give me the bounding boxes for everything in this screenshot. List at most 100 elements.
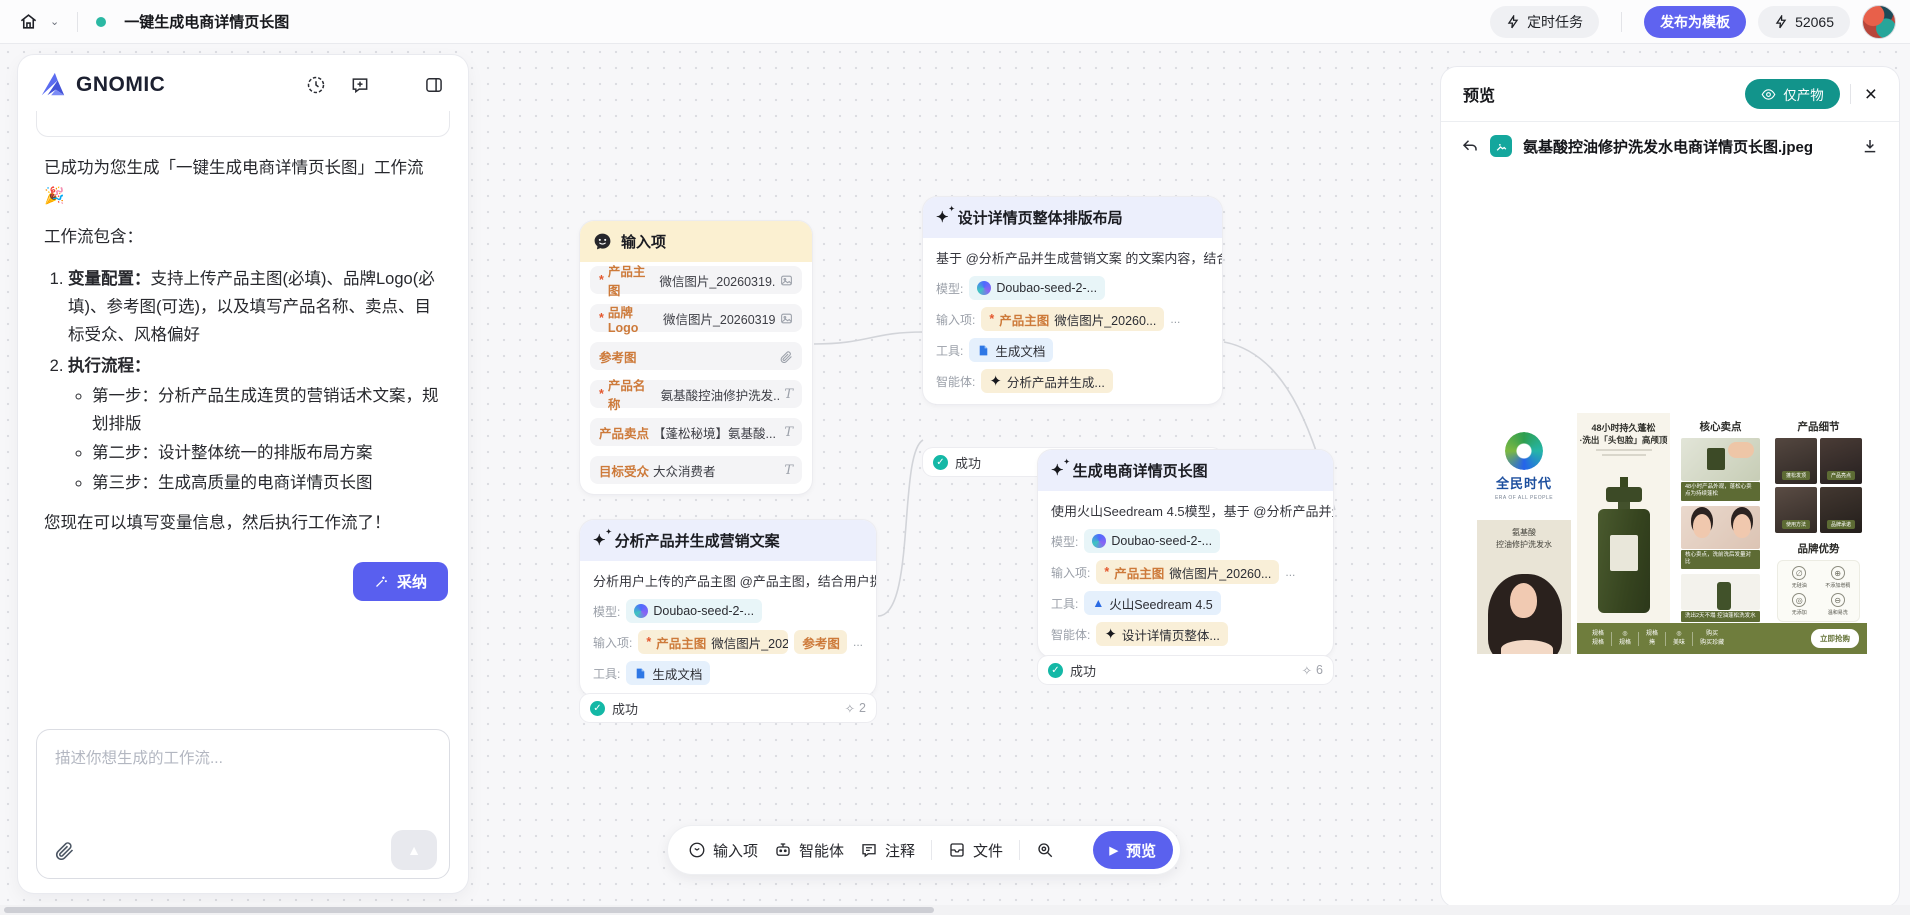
input-pill[interactable]: *产品主图微信图片_20260... bbox=[981, 307, 1164, 331]
node-analyze-header[interactable]: ✦✦ 分析产品并生成营销文案 bbox=[580, 520, 876, 561]
history-clock-icon bbox=[306, 75, 326, 95]
node-generate-header[interactable]: ✦✦ 生成电商详情页长图 bbox=[1038, 450, 1333, 491]
toolbar-search-button[interactable] bbox=[1036, 841, 1054, 859]
input-pill[interactable]: *产品主图微信图片_20260... bbox=[638, 630, 788, 654]
node-analyze-product[interactable]: ✦✦ 分析产品并生成营销文案 分析用户上传的产品主图 @产品主图，结合用户提供.… bbox=[580, 520, 876, 696]
input-pill-2[interactable]: 参考图 bbox=[794, 630, 847, 654]
history-button[interactable] bbox=[302, 71, 330, 99]
image-file-icon bbox=[1490, 135, 1512, 157]
input-row-product-name[interactable]: * 产品名称 氨基酸控油修护洗发... T bbox=[590, 380, 802, 408]
artifacts-only-toggle[interactable]: 仅产物 bbox=[1745, 79, 1840, 109]
text-icon: T bbox=[784, 463, 793, 478]
send-icon: ▲ bbox=[407, 842, 421, 858]
gnomic-logo-icon bbox=[38, 71, 68, 99]
home-button[interactable] bbox=[14, 8, 42, 36]
artifact-file-row: 氨基酸控油修护洗发水电商详情页长图.jpeg bbox=[1441, 122, 1899, 170]
lightning-icon bbox=[1774, 15, 1788, 29]
sellpoint-card: 洗出2天不塌 控油蓬松洗发水 bbox=[1681, 574, 1760, 622]
input-row-target-audience[interactable]: 目标受众 大众消费者 T bbox=[590, 456, 802, 484]
agent-pill[interactable]: ✦分析产品并生成... bbox=[981, 369, 1113, 393]
node-description: 使用火山Seedream 4.5模型，基于 @分析产品并生成... bbox=[1038, 491, 1333, 522]
tool-pill[interactable]: ▲火山Seedream 4.5 bbox=[1084, 591, 1220, 615]
input-row-product-image[interactable]: * 产品主图 微信图片_20260319... bbox=[590, 266, 802, 294]
success-check-icon: ✓ bbox=[590, 701, 605, 716]
input-row-reference-image[interactable]: 参考图 bbox=[590, 342, 802, 370]
back-arrow-icon bbox=[1461, 137, 1479, 155]
artifact-hero-column: 48小时持久蓬松 ·洗出「头包脸」高颅顶 bbox=[1577, 413, 1670, 623]
home-icon bbox=[19, 12, 38, 31]
scrollbar-thumb[interactable] bbox=[4, 907, 934, 913]
publish-template-button[interactable]: 发布为模板 bbox=[1644, 6, 1746, 38]
node-inputs-header[interactable]: 输入项 bbox=[580, 221, 812, 262]
file-tray-icon bbox=[948, 841, 966, 859]
artifact-brand-block: 全民时代 ERA OF ALL PEOPLE bbox=[1477, 413, 1571, 520]
tool-pill[interactable]: 生成文档 bbox=[626, 661, 710, 685]
input-row-selling-points[interactable]: 产品卖点 【蓬松秘境】氨基酸... T bbox=[590, 418, 802, 446]
paperclip-icon bbox=[55, 840, 75, 860]
model-face-shape bbox=[1510, 583, 1537, 618]
send-button[interactable]: ▲ bbox=[391, 830, 437, 870]
back-button[interactable] bbox=[1461, 137, 1479, 155]
node-design-layout[interactable]: ✦✦ 设计详情页整体排版布局 基于 @分析产品并生成营销文案 的文案内容，结合产… bbox=[923, 197, 1222, 404]
sparkle-icon: ✦ bbox=[1104, 627, 1117, 642]
download-button[interactable] bbox=[1861, 137, 1879, 155]
magic-wand-icon bbox=[374, 574, 389, 589]
collapse-panel-button[interactable] bbox=[420, 71, 448, 99]
assistant-message: 已成功为您生成「一键生成电商详情页长图」工作流 🎉 工作流包含： 变量配置：支持… bbox=[18, 137, 468, 538]
inputs-label: 输入项: bbox=[936, 311, 975, 328]
prompt-input-box: ▲ bbox=[36, 729, 450, 879]
page-title: 一键生成电商详情页长图 bbox=[124, 11, 289, 32]
preview-title: 预览 bbox=[1463, 82, 1495, 106]
preview-panel: 预览 仅产物 × 氨基酸控油修护洗发水电商详情页长图.jpeg bbox=[1441, 67, 1899, 907]
toolbar-agents-button[interactable]: 智能体 bbox=[774, 840, 844, 861]
message-paragraph: 您现在可以填写变量信息，然后执行工作流了！ bbox=[44, 510, 442, 538]
brand-logo: GNOMIC bbox=[38, 71, 165, 99]
horizontal-scrollbar[interactable] bbox=[0, 905, 1910, 915]
artifact-model-photo: 氨基酸控油修护洗发水 bbox=[1477, 520, 1571, 654]
new-chat-button[interactable] bbox=[346, 71, 374, 99]
toolbar-files-button[interactable]: 文件 bbox=[948, 840, 1003, 861]
adopt-button[interactable]: 采纳 bbox=[353, 562, 448, 601]
preview-button[interactable]: ▶ 预览 bbox=[1093, 831, 1173, 869]
agent-pill[interactable]: ✦设计详情页整体... bbox=[1096, 622, 1228, 646]
node-generate-image[interactable]: ✦✦ 生成电商详情页长图 使用火山Seedream 4.5模型，基于 @分析产品… bbox=[1038, 450, 1333, 657]
divider bbox=[1850, 84, 1851, 104]
model-pill[interactable]: Doubao-seed-2-... bbox=[1084, 529, 1220, 553]
user-avatar[interactable] bbox=[1862, 5, 1896, 39]
toolbar-comment-button[interactable]: 注释 bbox=[860, 840, 915, 861]
message-sublist: 第一步：分析产品生成连贯的营销话术文案，规划排版 第二步：设计整体统一的排版布局… bbox=[92, 383, 442, 498]
brand-advantages-card: ∅无硅油 ⊕不添加增稠 ◎无添加 ⊖温和易洗 bbox=[1777, 560, 1860, 622]
node-inputs[interactable]: 输入项 * 产品主图 微信图片_20260319... * 品牌Logo 微信图… bbox=[580, 221, 812, 494]
input-row-brand-logo[interactable]: * 品牌Logo 微信图片_20260319... bbox=[590, 304, 802, 332]
play-icon: ▶ bbox=[1110, 844, 1118, 857]
volcano-icon: ▲ bbox=[1092, 596, 1104, 610]
collapse-panel-icon bbox=[424, 75, 444, 95]
model-pill[interactable]: Doubao-seed-2-... bbox=[626, 599, 762, 623]
workflow-canvas[interactable]: 输入项 * 产品主图 微信图片_20260319... * 品牌Logo 微信图… bbox=[0, 44, 1910, 915]
tool-pill[interactable]: 生成文档 bbox=[969, 338, 1053, 362]
image-icon bbox=[780, 312, 793, 325]
artifact-sellpoints-column: 核心卖点 48小时产品外观，蓬松心卖点为持续蓬松 核心卖点，洗前洗后发量对比 洗… bbox=[1674, 413, 1767, 623]
chevron-down-icon[interactable]: ⌄ bbox=[50, 15, 59, 28]
credits-button[interactable]: 52065 bbox=[1758, 6, 1850, 38]
robot-icon bbox=[774, 841, 792, 859]
input-pill[interactable]: *产品主图微信图片_20260... bbox=[1096, 560, 1279, 584]
attach-button[interactable] bbox=[55, 840, 75, 860]
node-title: 分析产品并生成营销文案 bbox=[615, 530, 780, 551]
node-generate-status[interactable]: ✓ 成功 ✧6 bbox=[1038, 656, 1333, 684]
shampoo-bottle bbox=[1598, 477, 1650, 617]
node-analyze-status[interactable]: ✓ 成功 ✧2 bbox=[580, 694, 876, 722]
canvas-toolbar: 输入项 智能体 注释 文件 ▶ 预览 bbox=[668, 826, 1180, 874]
success-check-icon: ✓ bbox=[1048, 663, 1063, 678]
image-icon bbox=[780, 274, 793, 287]
sellpoint-card: 核心卖点，洗前洗后发量对比 bbox=[1681, 506, 1760, 569]
close-button[interactable]: × bbox=[1861, 82, 1881, 107]
artifact-image[interactable]: 全民时代 ERA OF ALL PEOPLE 氨基酸控油修护洗发水 48小时持久… bbox=[1477, 413, 1867, 654]
prompt-input[interactable] bbox=[37, 730, 449, 822]
toolbar-inputs-button[interactable]: 输入项 bbox=[688, 840, 758, 861]
message-paragraph: 工作流包含： bbox=[44, 224, 442, 252]
divider bbox=[931, 840, 932, 860]
model-pill[interactable]: Doubao-seed-2-... bbox=[969, 276, 1105, 300]
schedule-task-button[interactable]: 定时任务 bbox=[1490, 6, 1599, 38]
node-design-header[interactable]: ✦✦ 设计详情页整体排版布局 bbox=[923, 197, 1222, 238]
